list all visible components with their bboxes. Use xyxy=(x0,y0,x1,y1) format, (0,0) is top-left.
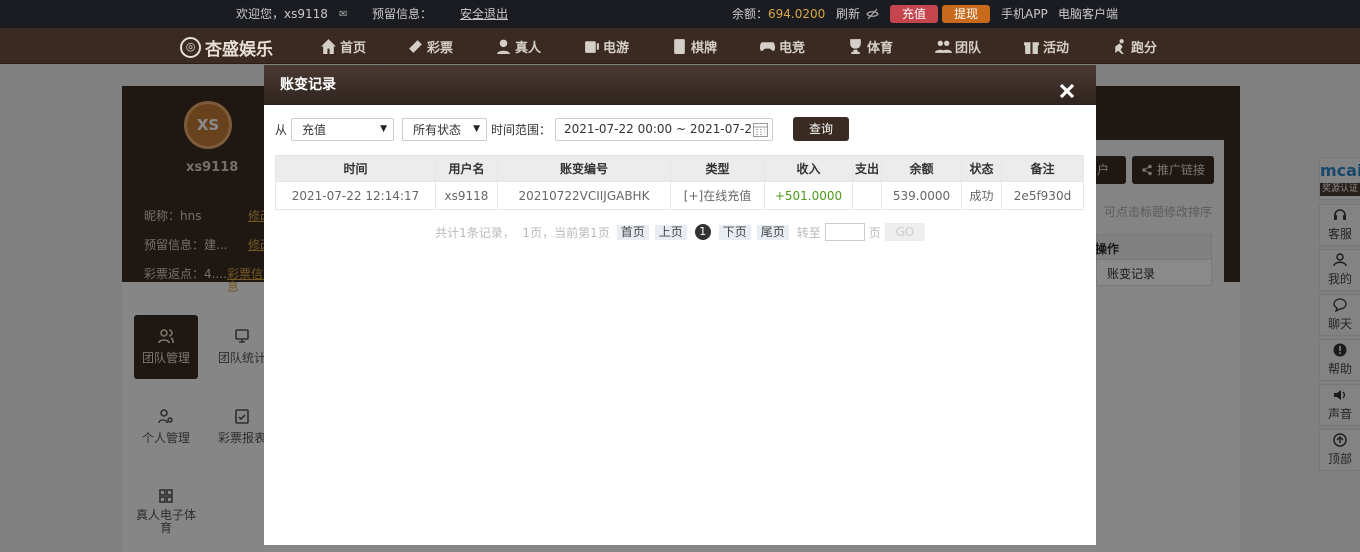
nav-label: 首页 xyxy=(340,41,367,56)
trophy-icon xyxy=(850,39,861,54)
nav-label: 电游 xyxy=(603,41,630,56)
last-page-button[interactable]: 尾页 xyxy=(756,224,789,240)
top-bar: 欢迎您，xs9118 ✉ 预留信息： 安全退出 余额： 694.0200 刷新 … xyxy=(0,0,1360,28)
logout-link[interactable]: 安全退出 xyxy=(460,7,508,21)
table-header-row: 时间 用户名 账变编号 类型 收入 支出 余额 状态 备注 xyxy=(275,155,1084,182)
col-expense[interactable]: 支出 xyxy=(852,155,882,182)
balance-label: 余额： xyxy=(732,7,769,21)
logo-mark-icon: ◎ xyxy=(180,37,201,58)
cell-time: 2021-07-22 12:14:17 xyxy=(275,181,436,210)
col-username[interactable]: 用户名 xyxy=(435,155,498,182)
nav-events[interactable]: 活动 xyxy=(1023,37,1069,56)
withdraw-button[interactable]: 提现 xyxy=(942,5,990,23)
first-page-button[interactable]: 首页 xyxy=(616,224,649,240)
chevron-down-icon: ▼ xyxy=(380,124,388,134)
ticket-icon xyxy=(409,40,422,53)
nav-live[interactable]: 真人 xyxy=(495,37,541,56)
calendar-icon[interactable] xyxy=(752,121,769,138)
dealer-icon xyxy=(497,39,510,54)
nav-label: 真人 xyxy=(515,41,542,56)
running-icon xyxy=(1115,39,1124,54)
pagination: 共计1条记录， 1页，当前第1页 首页 上页 1 下页 尾页 转至 页 GO xyxy=(264,223,1096,241)
table-row: 2021-07-22 12:14:17 xs9118 20210722VCIIJ… xyxy=(275,181,1084,210)
close-icon[interactable] xyxy=(1058,76,1076,99)
chevron-down-icon: ▼ xyxy=(473,124,481,134)
mobile-app-link[interactable]: 手机APP xyxy=(1001,7,1048,21)
go-button[interactable]: GO xyxy=(884,223,925,241)
cell-username: xs9118 xyxy=(435,181,498,210)
modal-title: 账变记录 xyxy=(280,77,336,93)
type-select-value: 充值 xyxy=(302,122,327,137)
pager-summary: 共计1条记录， 1页，当前第1页 xyxy=(435,225,610,240)
gift-icon xyxy=(1024,42,1039,54)
balance-value: 694.0200 xyxy=(768,7,826,21)
cell-transaction-id: 20210722VCIIJGABHK xyxy=(497,181,671,210)
nav-label: 彩票 xyxy=(427,41,454,56)
col-status[interactable]: 状态 xyxy=(961,155,1002,182)
nav-label: 棋牌 xyxy=(691,41,718,56)
gamepad-icon xyxy=(759,42,776,51)
status-select[interactable]: 所有状态 ▼ xyxy=(402,117,488,141)
nav-lottery[interactable]: 彩票 xyxy=(407,37,453,56)
date-range-value: 2021-07-22 00:00 ~ 2021-07-22 xyxy=(564,122,753,136)
site-logo[interactable]: ◎ 杏盛娱乐 xyxy=(180,35,273,60)
nav-chess[interactable]: 棋牌 xyxy=(671,37,717,56)
mail-icon[interactable]: ✉ xyxy=(339,8,347,22)
page-unit-label: 页 xyxy=(868,225,881,240)
cell-income: +501.0000 xyxy=(764,181,853,210)
slot-machine-icon xyxy=(585,41,599,53)
nav-esports[interactable]: 电竞 xyxy=(759,37,805,56)
recharge-button[interactable]: 充值 xyxy=(890,5,938,23)
welcome-text: 欢迎您，xs9118 xyxy=(236,7,328,21)
pc-client-link[interactable]: 电脑客户端 xyxy=(1058,7,1118,21)
refresh-link[interactable]: 刷新 xyxy=(836,7,860,21)
nav-label: 跑分 xyxy=(1131,41,1158,56)
nav-home[interactable]: 首页 xyxy=(320,37,366,56)
cards-icon xyxy=(674,39,685,54)
current-page[interactable]: 1 xyxy=(694,224,711,240)
query-button[interactable]: 查询 xyxy=(793,117,849,141)
logo-text: 杏盛娱乐 xyxy=(205,40,273,60)
cell-type: [+]在线充值 xyxy=(670,181,765,210)
goto-label: 转至 xyxy=(796,225,821,240)
ledger-table: 时间 用户名 账变编号 类型 收入 支出 余额 状态 备注 2021-07-22… xyxy=(275,155,1084,210)
nav-score[interactable]: 跑分 xyxy=(1111,37,1157,56)
time-range-label: 时间范围： xyxy=(491,122,552,137)
col-income[interactable]: 收入 xyxy=(764,155,853,182)
ledger-modal: 账变记录 从 充值 ▼ 所有状态 ▼ 时间范围： 2021-07-22 00:0… xyxy=(264,65,1096,545)
eye-slash-icon[interactable] xyxy=(866,8,879,23)
nav-label: 电竞 xyxy=(779,41,806,56)
col-time[interactable]: 时间 xyxy=(275,155,436,182)
col-remark[interactable]: 备注 xyxy=(1001,155,1084,182)
type-select[interactable]: 充值 ▼ xyxy=(291,117,395,141)
main-nav: ◎ 杏盛娱乐 首页 彩票 真人 电游 棋牌 电竞 体育 团队 活动 跑分 xyxy=(0,28,1360,64)
nav-label: 活动 xyxy=(1043,41,1070,56)
next-page-button[interactable]: 下页 xyxy=(718,224,751,240)
nav-sports[interactable]: 体育 xyxy=(847,37,893,56)
from-label: 从 xyxy=(275,122,288,137)
filter-bar: 从 充值 ▼ 所有状态 ▼ 时间范围： 2021-07-22 00:00 ~ 2… xyxy=(275,117,774,141)
nav-label: 体育 xyxy=(867,41,894,56)
team-icon xyxy=(935,40,952,53)
nav-label: 团队 xyxy=(955,41,982,56)
cell-balance: 539.0000 xyxy=(881,181,962,210)
status-select-value: 所有状态 xyxy=(413,122,462,137)
col-transaction-id[interactable]: 账变编号 xyxy=(497,155,671,182)
cell-status: 成功 xyxy=(961,181,1002,210)
cell-remark: 2e5f930d xyxy=(1001,181,1084,210)
modal-header: 账变记录 xyxy=(264,65,1096,105)
cell-expense xyxy=(852,181,882,210)
nav-team[interactable]: 团队 xyxy=(935,37,981,56)
goto-page-input[interactable] xyxy=(824,223,865,241)
home-icon xyxy=(321,39,336,54)
nav-slots[interactable]: 电游 xyxy=(583,37,629,56)
reserve-info-label: 预留信息： xyxy=(372,7,433,21)
date-range-input[interactable]: 2021-07-22 00:00 ~ 2021-07-22 xyxy=(555,117,774,141)
prev-page-button[interactable]: 上页 xyxy=(654,224,687,240)
col-type[interactable]: 类型 xyxy=(670,155,765,182)
col-balance[interactable]: 余额 xyxy=(881,155,962,182)
